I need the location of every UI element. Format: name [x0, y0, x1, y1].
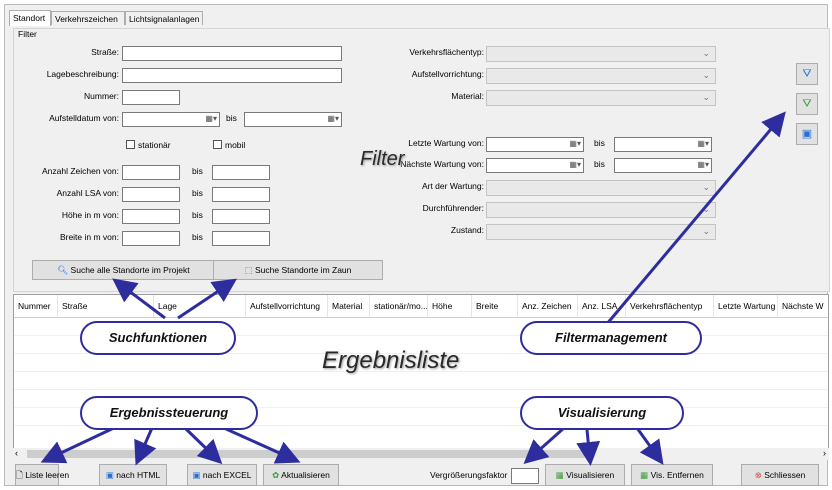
annotation-ergebnisliste: Ergebnisliste — [322, 347, 460, 374]
annotation-visualisierung: Visualisierung — [520, 396, 684, 430]
arrow-filtermanagement — [604, 111, 786, 326]
arrow-liste-leeren — [40, 424, 119, 464]
arrow-vis-entfernen — [635, 427, 664, 465]
annotation-filter: Filter — [360, 148, 405, 170]
arrow-nach-html — [134, 427, 157, 466]
annotation-filtermanagement: Filtermanagement — [520, 321, 702, 355]
arrow-suche-alle — [112, 278, 166, 320]
arrow-nach-excel — [183, 426, 223, 465]
annotation-suchfunktionen: Suchfunktionen — [80, 321, 236, 355]
arrow-vergroesserungsfaktor — [523, 426, 565, 464]
arrow-visualisieren — [576, 429, 601, 466]
annotation-ergebnissteuerung: Ergebnissteuerung — [80, 396, 258, 430]
arrow-suche-zaun — [177, 278, 237, 320]
